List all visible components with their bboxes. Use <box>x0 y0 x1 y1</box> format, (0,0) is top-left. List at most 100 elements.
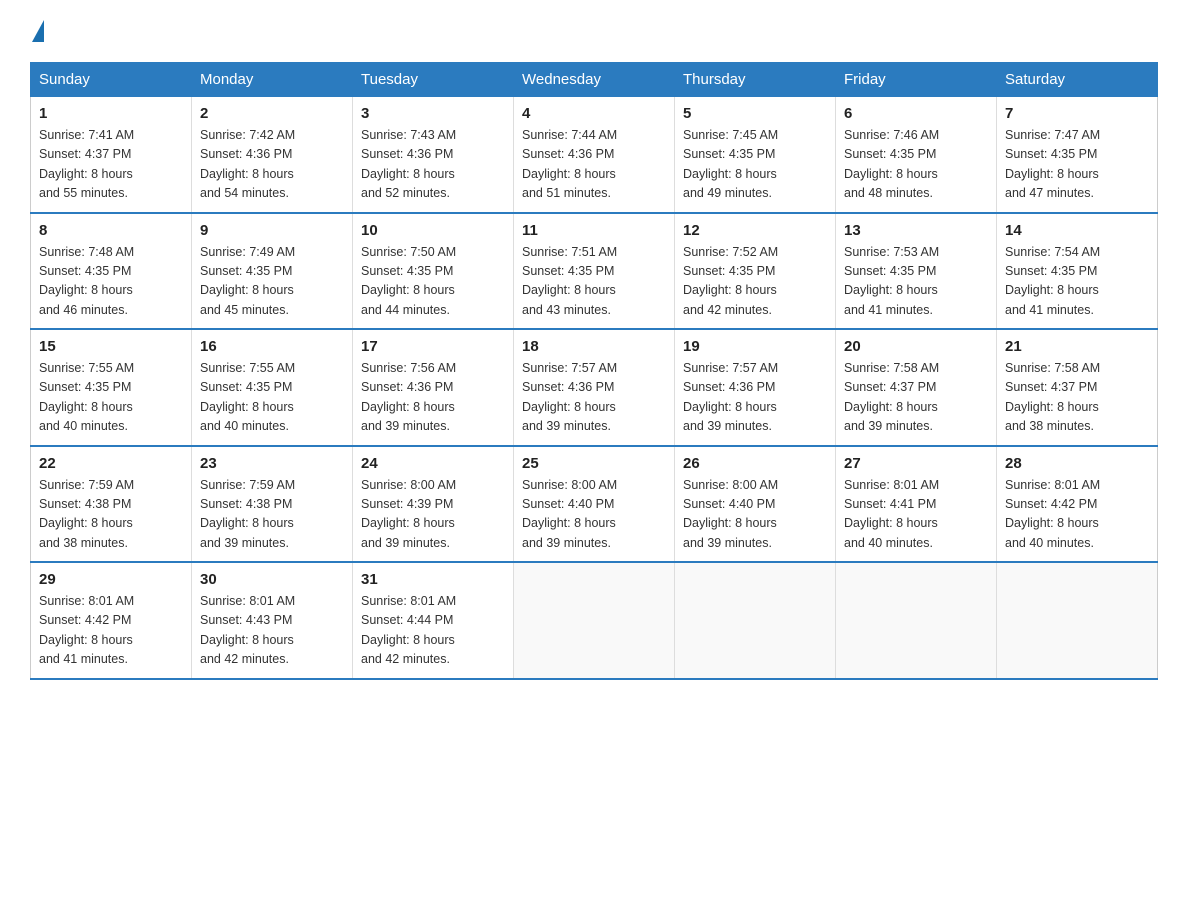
column-header-monday: Monday <box>192 63 353 97</box>
calendar-cell: 17 Sunrise: 7:56 AMSunset: 4:36 PMDaylig… <box>353 329 514 446</box>
calendar-cell: 11 Sunrise: 7:51 AMSunset: 4:35 PMDaylig… <box>514 213 675 330</box>
day-info: Sunrise: 7:45 AMSunset: 4:35 PMDaylight:… <box>683 128 778 200</box>
calendar-cell: 28 Sunrise: 8:01 AMSunset: 4:42 PMDaylig… <box>997 446 1158 563</box>
day-info: Sunrise: 7:49 AMSunset: 4:35 PMDaylight:… <box>200 245 295 317</box>
calendar-cell: 25 Sunrise: 8:00 AMSunset: 4:40 PMDaylig… <box>514 446 675 563</box>
day-info: Sunrise: 7:46 AMSunset: 4:35 PMDaylight:… <box>844 128 939 200</box>
day-number: 13 <box>844 222 988 239</box>
day-number: 20 <box>844 338 988 355</box>
day-number: 30 <box>200 571 344 588</box>
day-number: 24 <box>361 455 505 472</box>
calendar-cell: 23 Sunrise: 7:59 AMSunset: 4:38 PMDaylig… <box>192 446 353 563</box>
calendar-cell: 7 Sunrise: 7:47 AMSunset: 4:35 PMDayligh… <box>997 97 1158 213</box>
day-number: 23 <box>200 455 344 472</box>
day-number: 5 <box>683 105 827 122</box>
day-number: 21 <box>1005 338 1149 355</box>
week-row-1: 1 Sunrise: 7:41 AMSunset: 4:37 PMDayligh… <box>31 97 1158 213</box>
day-info: Sunrise: 7:42 AMSunset: 4:36 PMDaylight:… <box>200 128 295 200</box>
calendar-cell: 15 Sunrise: 7:55 AMSunset: 4:35 PMDaylig… <box>31 329 192 446</box>
calendar-cell: 8 Sunrise: 7:48 AMSunset: 4:35 PMDayligh… <box>31 213 192 330</box>
calendar-cell <box>997 562 1158 679</box>
day-info: Sunrise: 7:59 AMSunset: 4:38 PMDaylight:… <box>39 478 134 550</box>
day-number: 26 <box>683 455 827 472</box>
column-header-friday: Friday <box>836 63 997 97</box>
calendar-cell: 24 Sunrise: 8:00 AMSunset: 4:39 PMDaylig… <box>353 446 514 563</box>
day-info: Sunrise: 7:44 AMSunset: 4:36 PMDaylight:… <box>522 128 617 200</box>
calendar-cell: 30 Sunrise: 8:01 AMSunset: 4:43 PMDaylig… <box>192 562 353 679</box>
calendar-cell: 31 Sunrise: 8:01 AMSunset: 4:44 PMDaylig… <box>353 562 514 679</box>
day-info: Sunrise: 7:55 AMSunset: 4:35 PMDaylight:… <box>200 361 295 433</box>
day-info: Sunrise: 7:59 AMSunset: 4:38 PMDaylight:… <box>200 478 295 550</box>
calendar-cell: 19 Sunrise: 7:57 AMSunset: 4:36 PMDaylig… <box>675 329 836 446</box>
column-header-wednesday: Wednesday <box>514 63 675 97</box>
calendar-cell: 6 Sunrise: 7:46 AMSunset: 4:35 PMDayligh… <box>836 97 997 213</box>
day-number: 12 <box>683 222 827 239</box>
day-number: 31 <box>361 571 505 588</box>
day-number: 6 <box>844 105 988 122</box>
calendar-cell: 4 Sunrise: 7:44 AMSunset: 4:36 PMDayligh… <box>514 97 675 213</box>
week-row-2: 8 Sunrise: 7:48 AMSunset: 4:35 PMDayligh… <box>31 213 1158 330</box>
day-number: 14 <box>1005 222 1149 239</box>
column-header-saturday: Saturday <box>997 63 1158 97</box>
day-number: 7 <box>1005 105 1149 122</box>
day-number: 22 <box>39 455 183 472</box>
day-number: 11 <box>522 222 666 239</box>
calendar-table: SundayMondayTuesdayWednesdayThursdayFrid… <box>30 62 1158 680</box>
calendar-cell <box>675 562 836 679</box>
day-info: Sunrise: 7:57 AMSunset: 4:36 PMDaylight:… <box>522 361 617 433</box>
logo <box>30 20 46 42</box>
column-header-thursday: Thursday <box>675 63 836 97</box>
calendar-cell: 9 Sunrise: 7:49 AMSunset: 4:35 PMDayligh… <box>192 213 353 330</box>
day-info: Sunrise: 7:48 AMSunset: 4:35 PMDaylight:… <box>39 245 134 317</box>
calendar-cell: 29 Sunrise: 8:01 AMSunset: 4:42 PMDaylig… <box>31 562 192 679</box>
day-number: 15 <box>39 338 183 355</box>
calendar-cell: 3 Sunrise: 7:43 AMSunset: 4:36 PMDayligh… <box>353 97 514 213</box>
column-header-tuesday: Tuesday <box>353 63 514 97</box>
day-info: Sunrise: 7:55 AMSunset: 4:35 PMDaylight:… <box>39 361 134 433</box>
day-number: 4 <box>522 105 666 122</box>
day-info: Sunrise: 8:01 AMSunset: 4:44 PMDaylight:… <box>361 594 456 666</box>
day-info: Sunrise: 7:52 AMSunset: 4:35 PMDaylight:… <box>683 245 778 317</box>
day-info: Sunrise: 7:54 AMSunset: 4:35 PMDaylight:… <box>1005 245 1100 317</box>
week-row-5: 29 Sunrise: 8:01 AMSunset: 4:42 PMDaylig… <box>31 562 1158 679</box>
day-number: 16 <box>200 338 344 355</box>
day-info: Sunrise: 7:47 AMSunset: 4:35 PMDaylight:… <box>1005 128 1100 200</box>
day-info: Sunrise: 7:58 AMSunset: 4:37 PMDaylight:… <box>844 361 939 433</box>
week-row-4: 22 Sunrise: 7:59 AMSunset: 4:38 PMDaylig… <box>31 446 1158 563</box>
calendar-cell: 5 Sunrise: 7:45 AMSunset: 4:35 PMDayligh… <box>675 97 836 213</box>
calendar-cell: 10 Sunrise: 7:50 AMSunset: 4:35 PMDaylig… <box>353 213 514 330</box>
calendar-cell: 18 Sunrise: 7:57 AMSunset: 4:36 PMDaylig… <box>514 329 675 446</box>
calendar-cell <box>514 562 675 679</box>
day-info: Sunrise: 7:51 AMSunset: 4:35 PMDaylight:… <box>522 245 617 317</box>
day-number: 10 <box>361 222 505 239</box>
calendar-cell: 2 Sunrise: 7:42 AMSunset: 4:36 PMDayligh… <box>192 97 353 213</box>
day-info: Sunrise: 7:41 AMSunset: 4:37 PMDaylight:… <box>39 128 134 200</box>
day-number: 25 <box>522 455 666 472</box>
day-info: Sunrise: 7:43 AMSunset: 4:36 PMDaylight:… <box>361 128 456 200</box>
day-info: Sunrise: 8:00 AMSunset: 4:40 PMDaylight:… <box>522 478 617 550</box>
day-number: 29 <box>39 571 183 588</box>
day-info: Sunrise: 8:01 AMSunset: 4:41 PMDaylight:… <box>844 478 939 550</box>
day-info: Sunrise: 8:01 AMSunset: 4:42 PMDaylight:… <box>1005 478 1100 550</box>
calendar-cell: 12 Sunrise: 7:52 AMSunset: 4:35 PMDaylig… <box>675 213 836 330</box>
calendar-cell: 20 Sunrise: 7:58 AMSunset: 4:37 PMDaylig… <box>836 329 997 446</box>
day-number: 1 <box>39 105 183 122</box>
day-info: Sunrise: 7:50 AMSunset: 4:35 PMDaylight:… <box>361 245 456 317</box>
day-number: 17 <box>361 338 505 355</box>
day-number: 8 <box>39 222 183 239</box>
day-number: 18 <box>522 338 666 355</box>
day-number: 19 <box>683 338 827 355</box>
day-info: Sunrise: 8:00 AMSunset: 4:40 PMDaylight:… <box>683 478 778 550</box>
day-number: 9 <box>200 222 344 239</box>
day-info: Sunrise: 7:58 AMSunset: 4:37 PMDaylight:… <box>1005 361 1100 433</box>
day-info: Sunrise: 8:00 AMSunset: 4:39 PMDaylight:… <box>361 478 456 550</box>
calendar-cell: 22 Sunrise: 7:59 AMSunset: 4:38 PMDaylig… <box>31 446 192 563</box>
day-info: Sunrise: 8:01 AMSunset: 4:43 PMDaylight:… <box>200 594 295 666</box>
page-header <box>30 20 1158 42</box>
logo-triangle-icon <box>32 20 44 42</box>
calendar-cell: 14 Sunrise: 7:54 AMSunset: 4:35 PMDaylig… <box>997 213 1158 330</box>
calendar-cell <box>836 562 997 679</box>
day-info: Sunrise: 7:57 AMSunset: 4:36 PMDaylight:… <box>683 361 778 433</box>
calendar-cell: 26 Sunrise: 8:00 AMSunset: 4:40 PMDaylig… <box>675 446 836 563</box>
calendar-cell: 1 Sunrise: 7:41 AMSunset: 4:37 PMDayligh… <box>31 97 192 213</box>
